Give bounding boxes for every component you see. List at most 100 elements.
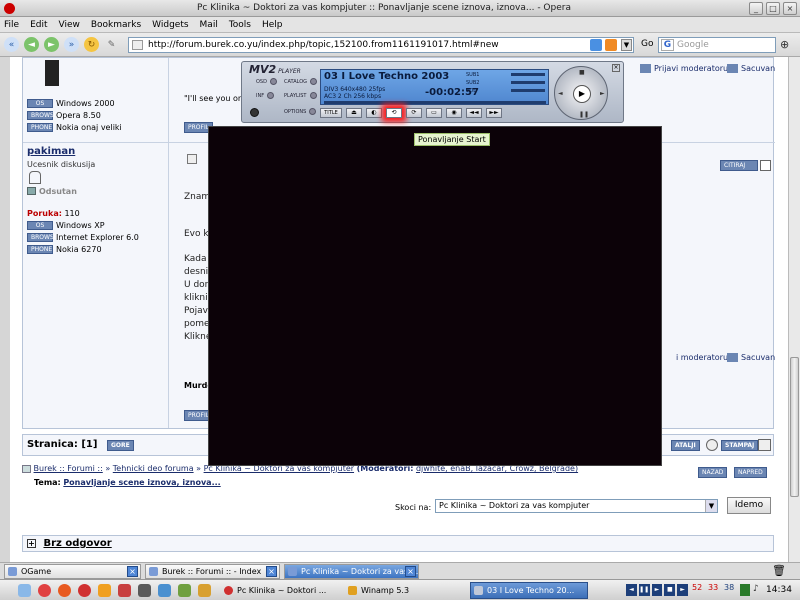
report-moderator-link[interactable]: Prijavi moderatoru: [640, 64, 728, 73]
quote-button[interactable]: CITIRAJ: [720, 160, 758, 171]
osd-button[interactable]: OSD: [256, 78, 277, 85]
scrollbar-thumb[interactable]: [790, 357, 799, 497]
breadcrumb-item[interactable]: Burek :: Forumi ::: [34, 464, 103, 473]
mail-icon[interactable]: [178, 584, 191, 597]
username-link[interactable]: pakiman: [27, 146, 75, 157]
reload-icon[interactable]: ↻: [84, 37, 99, 52]
address-dropdown-icon[interactable]: ▼: [621, 39, 632, 51]
info-button[interactable]: INF: [256, 92, 275, 99]
page-scrollbar[interactable]: [788, 57, 800, 562]
expand-icon[interactable]: +: [27, 539, 36, 548]
go-button[interactable]: Go: [641, 39, 653, 49]
next-icon[interactable]: ►: [677, 584, 688, 596]
playlist-button[interactable]: PLAYLIST: [284, 92, 317, 99]
save-link[interactable]: Sacuvan: [727, 64, 775, 73]
print-icon[interactable]: [758, 439, 771, 451]
send-button[interactable]: ATALJI: [671, 440, 700, 451]
volume-slider[interactable]: [511, 89, 545, 92]
close-icon[interactable]: ×: [405, 566, 416, 577]
close-icon[interactable]: ×: [612, 64, 620, 72]
fast-forward-icon[interactable]: ►►: [486, 108, 502, 118]
snapshot-icon[interactable]: ◉: [446, 108, 462, 118]
pause-icon[interactable]: ❚❚: [579, 111, 589, 118]
music-icon[interactable]: [118, 584, 131, 597]
mute-icon[interactable]: ◐: [366, 108, 382, 118]
repeat-end-icon[interactable]: ⟳: [406, 108, 422, 118]
quick-reply-header[interactable]: + Brz odgovor: [22, 535, 774, 552]
back-double-icon[interactable]: «: [4, 37, 19, 52]
trash-icon[interactable]: 🗑: [772, 564, 786, 577]
back-button[interactable]: NAZAD: [698, 467, 728, 478]
menu-mail[interactable]: Mail: [200, 20, 218, 30]
print-button[interactable]: STAMPAJ: [721, 440, 759, 451]
prev-icon[interactable]: ◄: [558, 90, 563, 97]
task-player[interactable]: 03 I Love Techno 20...: [470, 582, 588, 599]
seek-bar[interactable]: [324, 101, 546, 104]
quote-icon[interactable]: [760, 160, 771, 171]
menu-help[interactable]: Help: [262, 20, 283, 30]
tray-icon[interactable]: [740, 584, 750, 596]
ab-icon[interactable]: ▭: [426, 108, 442, 118]
prev-icon[interactable]: ◄: [626, 584, 637, 596]
next-icon[interactable]: ►: [600, 90, 605, 97]
search-input[interactable]: G Google: [658, 37, 776, 53]
maximize-button[interactable]: □: [766, 1, 780, 15]
topic-link[interactable]: Ponavljanje scene iznova, iznova...: [63, 478, 220, 487]
go-button[interactable]: Idemo: [727, 497, 771, 514]
sub1-slider[interactable]: [511, 73, 545, 76]
next-button[interactable]: NAPRED: [734, 467, 767, 478]
menu-tools[interactable]: Tools: [229, 20, 251, 30]
edit-icon[interactable]: ✎: [104, 37, 119, 52]
play-icon[interactable]: ►: [651, 584, 663, 596]
stop-icon[interactable]: ■: [579, 69, 585, 76]
app-launch-icon[interactable]: [98, 584, 111, 597]
address-input[interactable]: http://forum.burek.co.yu/index.php/topic…: [128, 37, 634, 53]
firefox-icon[interactable]: [58, 584, 71, 597]
forward-icon[interactable]: ►: [44, 37, 59, 52]
back-icon[interactable]: ◄: [24, 37, 39, 52]
pause-icon[interactable]: ❚❚: [638, 584, 650, 596]
close-button[interactable]: ×: [783, 1, 797, 15]
title-button[interactable]: TITLE: [320, 108, 342, 118]
eject-icon[interactable]: ⏏: [346, 108, 362, 118]
menu-bookmarks[interactable]: Bookmarks: [91, 20, 141, 30]
settings-icon[interactable]: [590, 39, 602, 51]
tab-ogame[interactable]: OGame ×: [4, 564, 141, 579]
options-button[interactable]: OPTIONS: [284, 108, 317, 115]
top-button[interactable]: GORE: [107, 440, 134, 451]
network-icon[interactable]: [158, 584, 171, 597]
video-window[interactable]: [208, 126, 662, 466]
rss-icon[interactable]: [605, 39, 617, 51]
report-moderator-link[interactable]: i moderatoru: [676, 353, 728, 362]
jog-wheel[interactable]: ■ ◄ ► ❚❚ ▶: [554, 66, 608, 120]
fast-forward-icon[interactable]: »: [64, 37, 79, 52]
close-icon[interactable]: ×: [266, 566, 277, 577]
menu-view[interactable]: View: [59, 20, 80, 30]
speaker-icon[interactable]: ♪: [753, 584, 763, 596]
task-opera[interactable]: Pc Klinika ~ Doktori ...: [220, 582, 338, 599]
play-button[interactable]: ▶: [573, 85, 591, 103]
terminal-icon[interactable]: [138, 584, 151, 597]
opera-icon[interactable]: [38, 584, 51, 597]
task-winamp[interactable]: Winamp 5.3: [344, 582, 454, 599]
stop-icon[interactable]: ■: [664, 584, 676, 596]
catalog-button[interactable]: CATALOG: [284, 78, 318, 85]
menu-widgets[interactable]: Widgets: [152, 20, 188, 30]
tab-pc-klinika[interactable]: Pc Klinika ~ Doktori za vas ... ×: [284, 564, 419, 579]
close-icon[interactable]: ×: [127, 566, 138, 577]
folder-icon[interactable]: [198, 584, 211, 597]
jump-select[interactable]: Pc Klinika ~ Doktori za vas kompjuter ▼: [435, 499, 718, 513]
minimize-button[interactable]: _: [749, 1, 763, 15]
zoom-icon[interactable]: ⊕: [780, 38, 789, 51]
rewind-icon[interactable]: ◄◄: [466, 108, 482, 118]
menu-file[interactable]: File: [4, 20, 19, 30]
send-icon[interactable]: [706, 439, 718, 451]
start-icon[interactable]: [18, 584, 31, 597]
opera-launch-icon[interactable]: [78, 584, 91, 597]
tab-burek-index[interactable]: Burek :: Forumi :: - Index ×: [145, 564, 280, 579]
repeat-start-button[interactable]: ⟲: [386, 108, 402, 118]
breadcrumb-item[interactable]: Tehnicki deo foruma: [113, 464, 194, 473]
save-link[interactable]: Sacuvan: [727, 353, 775, 362]
menu-edit[interactable]: Edit: [30, 20, 47, 30]
sub2-slider[interactable]: [511, 81, 545, 84]
